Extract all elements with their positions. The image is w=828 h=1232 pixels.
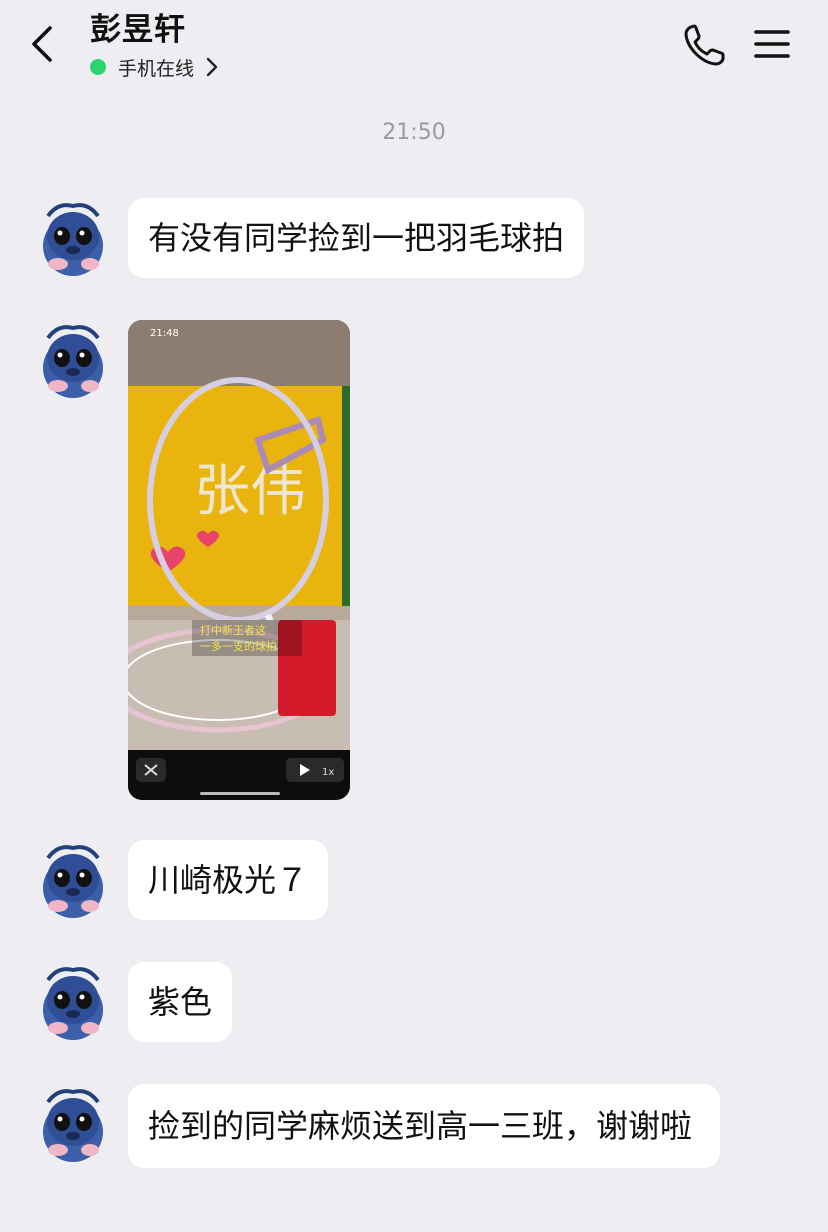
avatar[interactable] (38, 960, 108, 1042)
playback-speed[interactable]: 1x (322, 767, 334, 778)
video-progress[interactable] (200, 792, 280, 795)
message-bubble[interactable]: 紫色 (128, 962, 233, 1042)
avatar[interactable] (38, 318, 108, 400)
playback-controls[interactable] (286, 758, 344, 782)
video-message[interactable]: 张伟 打中新王者这 一多一支的球拍 21:48 1x (128, 320, 350, 800)
avatar[interactable] (38, 838, 108, 920)
message-bubble[interactable]: 有没有同学捡到一把羽毛球拍 (128, 198, 585, 278)
online-status[interactable]: 手机在线 (90, 52, 220, 82)
chevron-left-icon[interactable] (22, 22, 66, 66)
video-caption-line1: 打中新王者这 (200, 623, 266, 637)
message-bubble[interactable]: 捡到的同学麻烦送到高一三班，谢谢啦 (128, 1084, 720, 1168)
message-bubble[interactable]: 川崎极光７ (128, 840, 329, 920)
video-thumbnail: 张伟 打中新王者这 一多一支的球拍 21:48 1x (128, 320, 350, 800)
phone-icon[interactable] (682, 22, 728, 68)
status-text: 手机在线 (118, 57, 195, 80)
message-timestamp: 21:50 (382, 120, 446, 145)
hamburger-menu-icon[interactable] (752, 24, 792, 64)
avatar[interactable] (38, 1082, 108, 1164)
contact-name[interactable]: 彭昱轩 (90, 4, 186, 49)
chevron-right-icon (206, 57, 218, 77)
avatar[interactable] (38, 196, 108, 278)
chat-header: 彭昱轩 手机在线 (0, 0, 828, 96)
video-overlay-time: 21:48 (150, 328, 179, 339)
video-caption-line2: 一多一支的球拍 (200, 639, 277, 653)
online-dot-icon (90, 59, 106, 75)
board-text: 张伟 (194, 459, 306, 524)
